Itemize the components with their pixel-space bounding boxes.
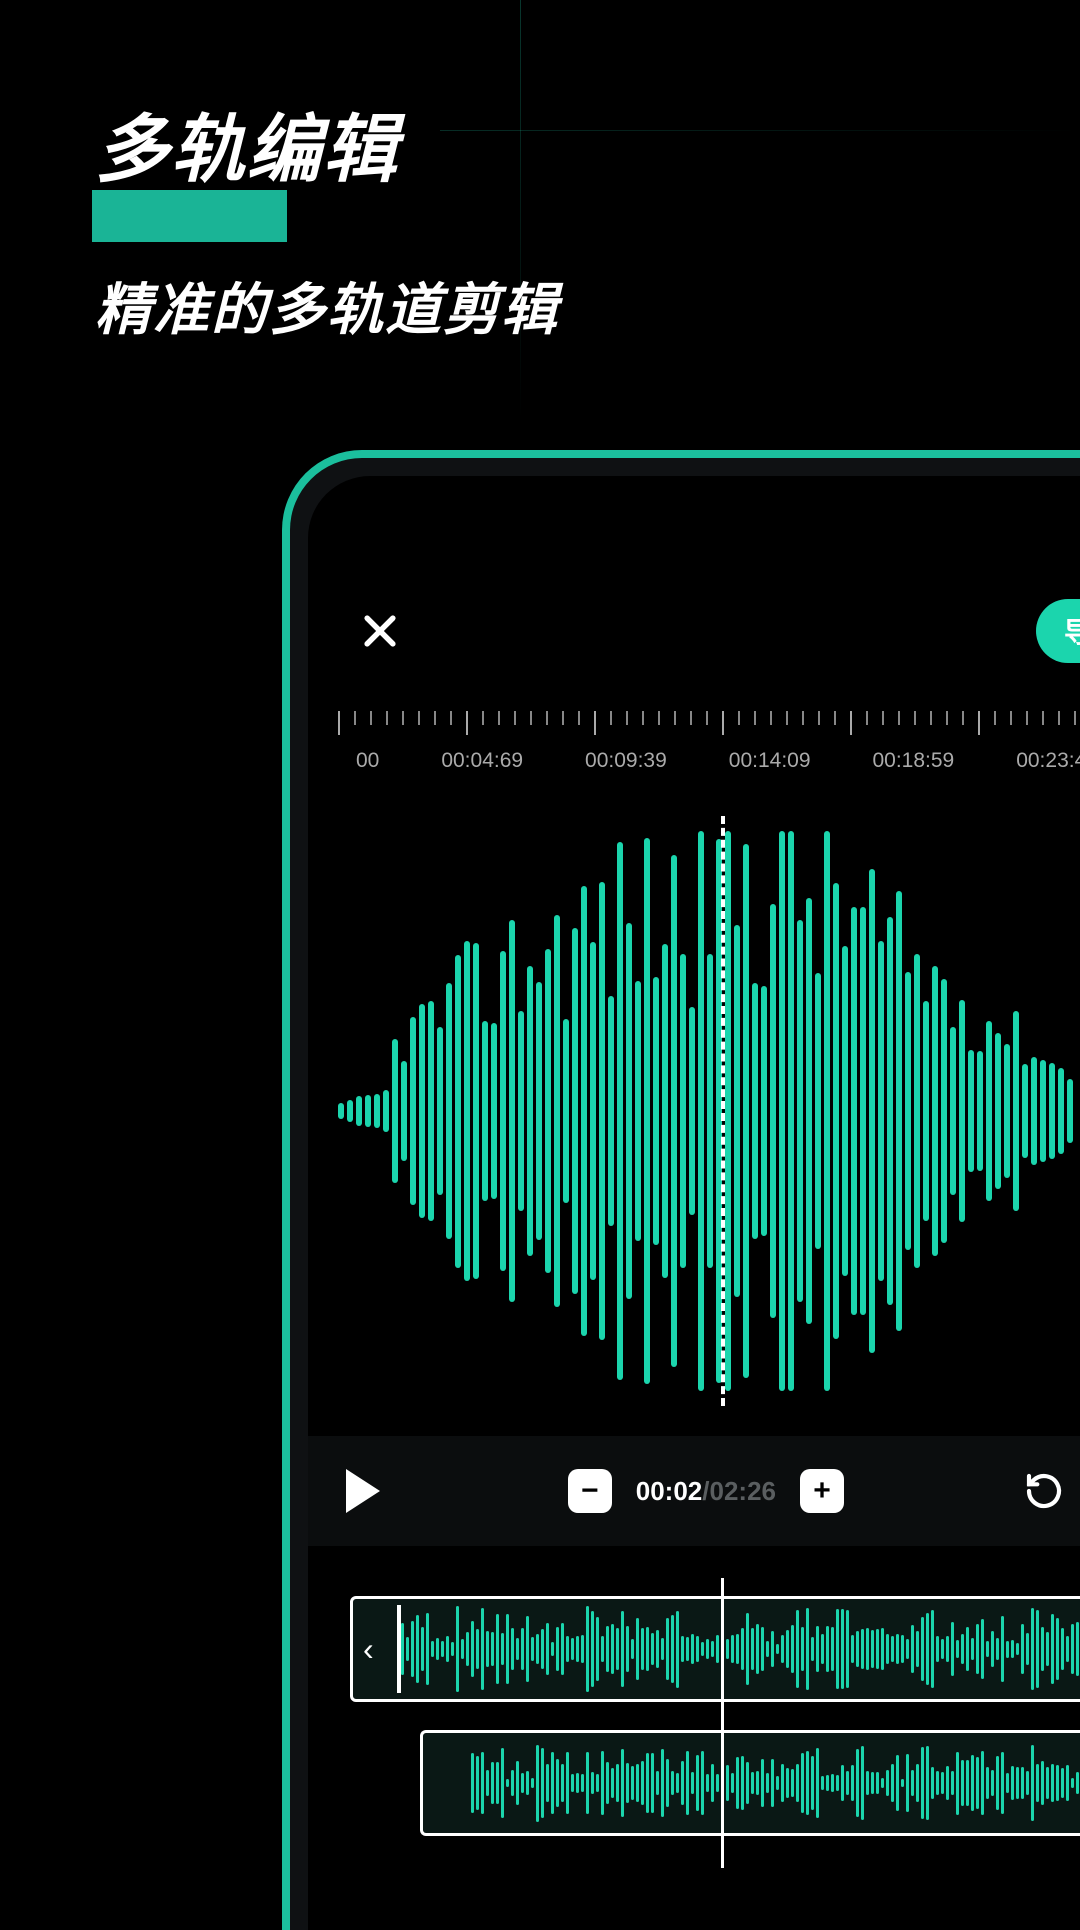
ruler-label: 00:09:39: [585, 749, 667, 773]
ruler-label: 00:04:69: [441, 749, 523, 773]
ruler-label: 00:18:59: [872, 749, 954, 773]
track-1[interactable]: ‹: [308, 1596, 1080, 1702]
undo-icon[interactable]: [1024, 1471, 1064, 1511]
device-frame: 导 00 00:04:69 00:09:39 00:14:09 00:18:59 00:2…: [282, 450, 1080, 1930]
multitrack-area: ‹: [308, 1596, 1080, 1864]
ruler-label: 00: [356, 749, 379, 773]
screen: 导 00 00:04:69 00:09:39 00:14:09 00:18:59 00:2…: [308, 476, 1080, 1930]
time-display: 00:02/02:26: [636, 1476, 776, 1507]
main-waveform[interactable]: [308, 816, 1080, 1406]
tracks-playhead[interactable]: [721, 1578, 724, 1868]
current-time: 00:02: [636, 1476, 703, 1506]
zoom-out-button[interactable]: −: [568, 1469, 612, 1513]
ruler-ticks: [338, 711, 1080, 741]
waveform-bars: [310, 816, 1080, 1406]
playhead[interactable]: [721, 816, 725, 1406]
export-label: 导: [1064, 611, 1080, 651]
track-2[interactable]: [308, 1730, 1080, 1836]
zoom-in-button[interactable]: +: [800, 1469, 844, 1513]
play-button[interactable]: [346, 1469, 380, 1513]
export-button[interactable]: 导: [1036, 599, 1080, 663]
track-clip[interactable]: ‹: [350, 1596, 1080, 1702]
duration: 02:26: [710, 1476, 777, 1506]
track-clip[interactable]: [420, 1730, 1080, 1836]
ruler-label: 00:23:49: [1016, 749, 1080, 773]
ruler-labels: 00 00:04:69 00:09:39 00:14:09 00:18:59 00:23:…: [338, 741, 1080, 773]
ruler-label: 00:14:09: [729, 749, 811, 773]
playback-controls: − 00:02/02:26 +: [308, 1436, 1080, 1546]
clip-handle-left[interactable]: ‹: [363, 1631, 383, 1668]
timeline-ruler[interactable]: 00 00:04:69 00:09:39 00:14:09 00:18:59 00:23:…: [338, 711, 1080, 801]
track-waveform: [401, 1599, 1080, 1699]
promo-subtitle: 精准的多轨道剪辑: [95, 265, 559, 346]
promo-title: 多轨编辑: [95, 90, 559, 197]
top-bar: 导: [358, 596, 1080, 666]
promo-block: 多轨编辑 精准的多轨道剪辑: [95, 90, 559, 346]
track-waveform: [471, 1733, 1080, 1833]
close-icon[interactable]: [358, 609, 402, 653]
title-underline: [92, 190, 287, 242]
